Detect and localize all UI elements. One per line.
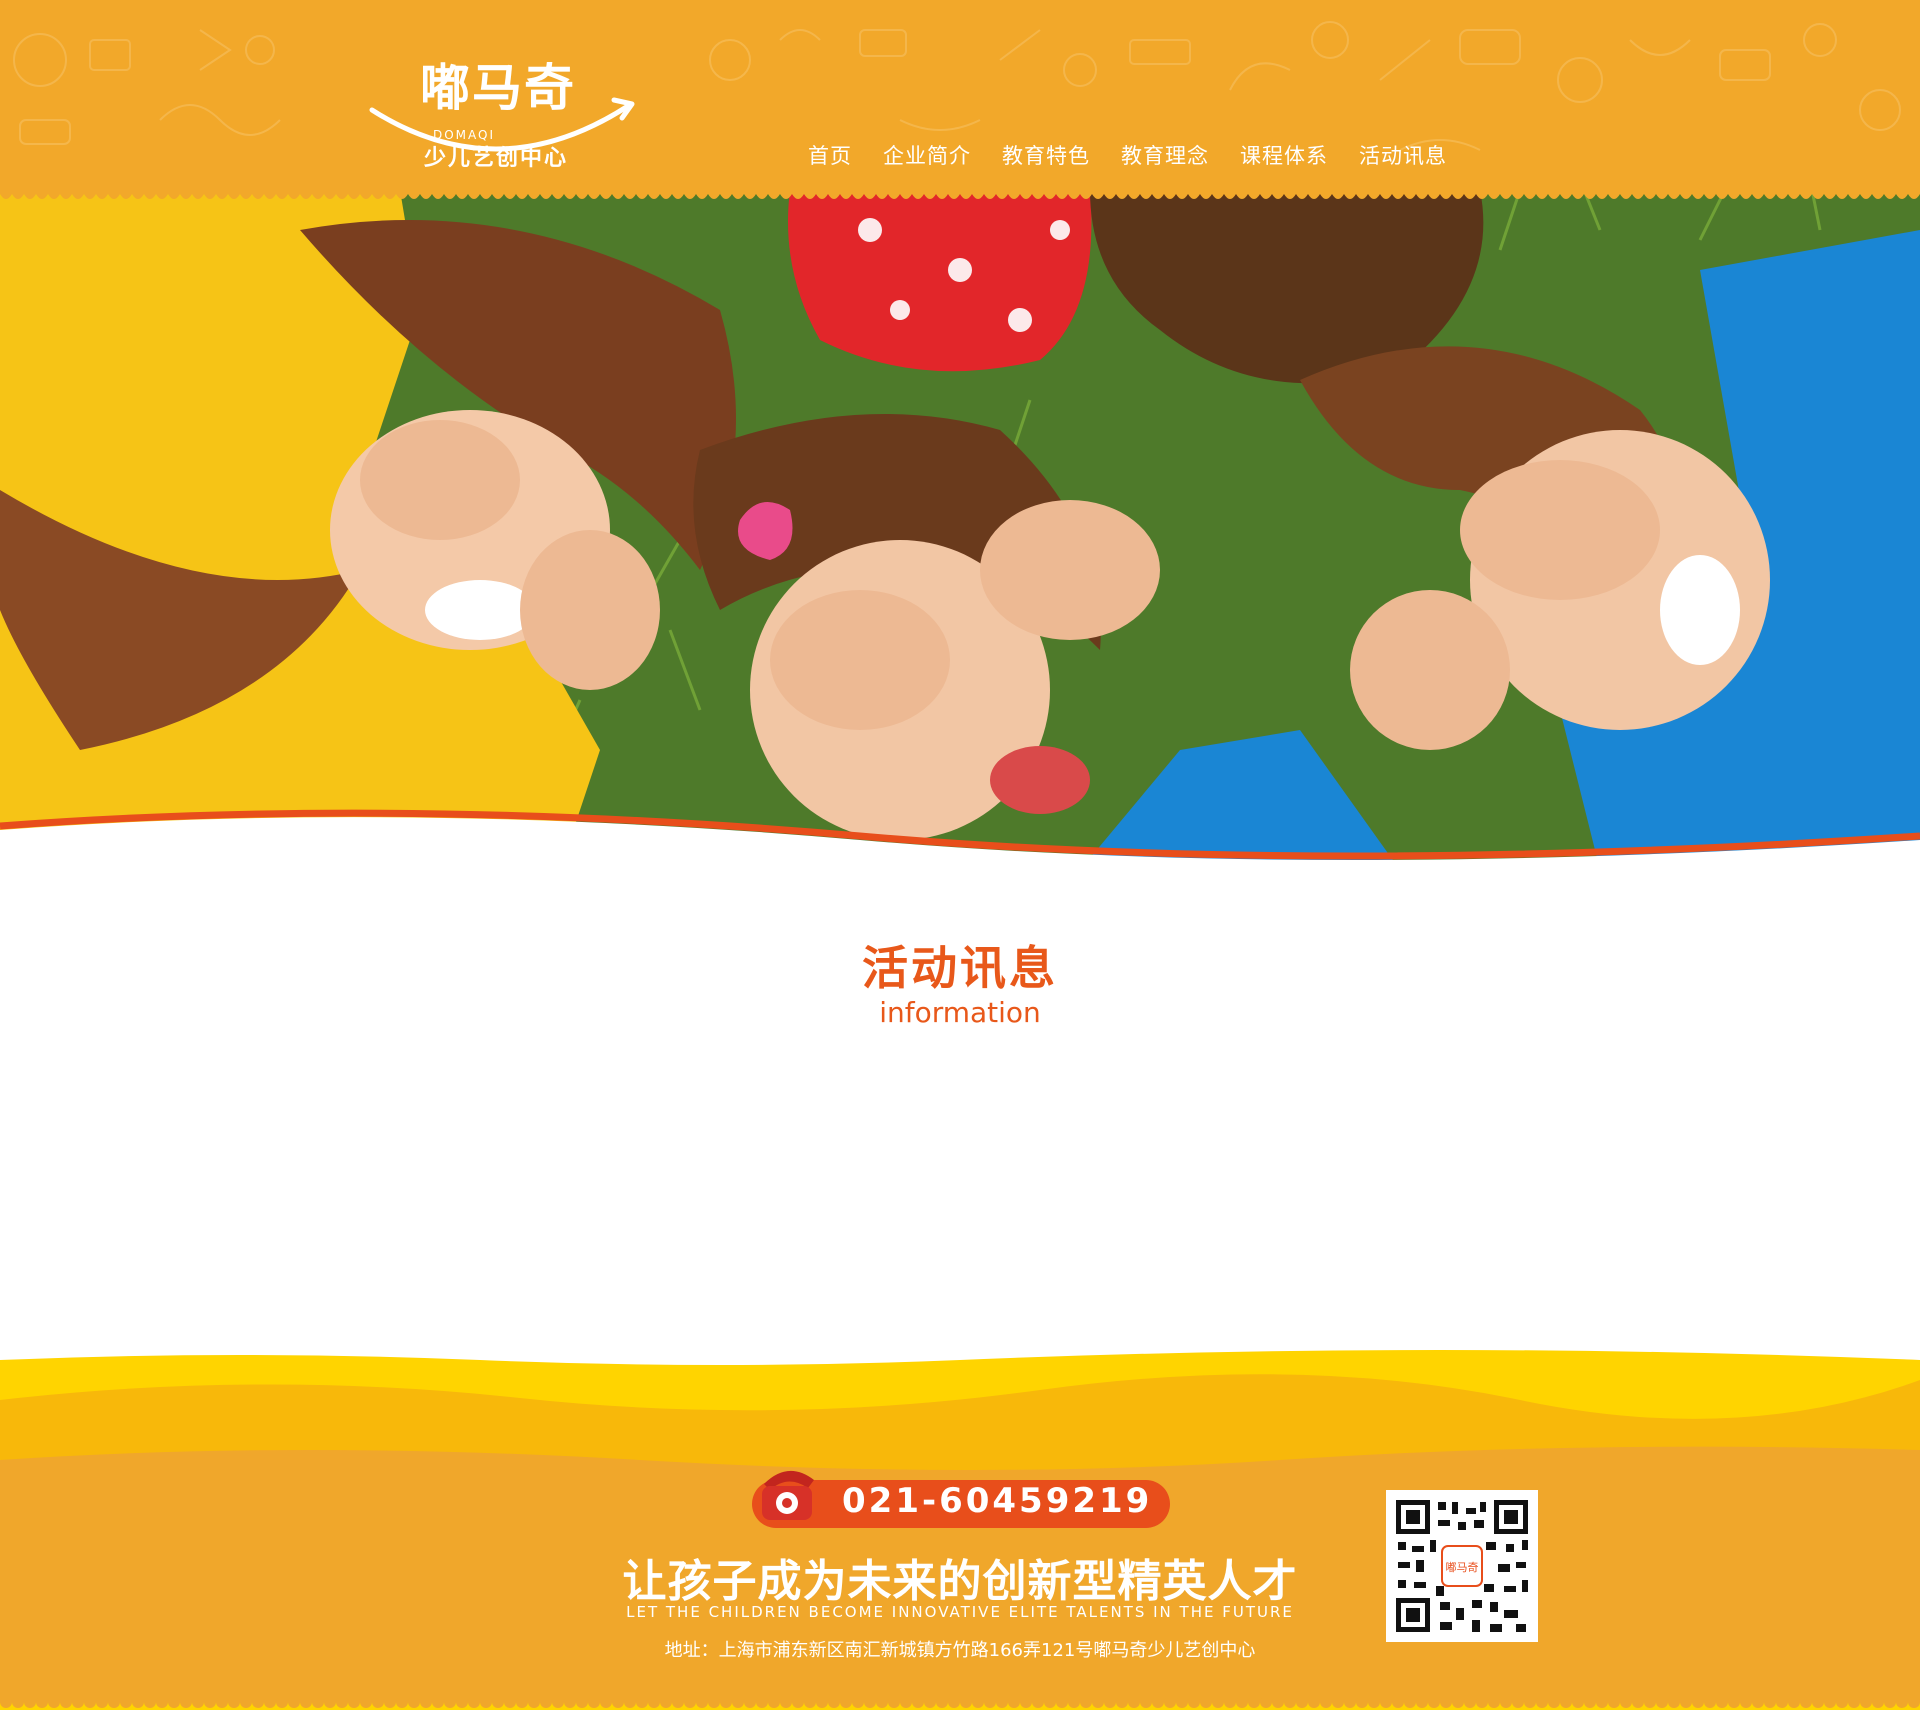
footer-slogan-en: LET THE CHILDREN BECOME INNOVATIVE ELITE… [626, 1603, 1294, 1621]
brand-logo[interactable]: 嘟马奇 DOMAQI 少儿艺创中心 [368, 42, 638, 172]
nav-item-home[interactable]: 首页 [808, 140, 852, 170]
header-scallop-edge [0, 188, 1920, 199]
qr-center-label: 嘟马奇 [1446, 1561, 1479, 1574]
footer-address: 地址：上海市浦东新区南汇新城镇方竹路166弄121号嘟马奇少儿艺创中心 [664, 1640, 1256, 1661]
nav-item-features[interactable]: 教育特色 [1002, 140, 1090, 170]
section-subtitle: information [879, 996, 1041, 1029]
doodle-pattern [13, 21, 1901, 151]
nav-item-about[interactable]: 企业简介 [883, 140, 971, 170]
qr-code-icon: 嘟马奇 [1386, 1490, 1538, 1642]
nav-item-courses[interactable]: 课程体系 [1240, 140, 1328, 170]
hero-kids-image [0, 190, 1920, 870]
brand-name: 嘟马奇 [420, 59, 576, 117]
phone-number[interactable]: 021-60459219 [842, 1481, 1152, 1521]
nav-item-news[interactable]: 活动讯息 [1359, 140, 1447, 170]
section-title: 活动讯息 [862, 941, 1058, 995]
telephone-icon [762, 1470, 814, 1520]
brand-tagline: 少儿艺创中心 [424, 146, 569, 171]
footer-slogan: 让孩子成为未来的创新型精英人才 [622, 1556, 1298, 1607]
nav-item-philosophy[interactable]: 教育理念 [1121, 140, 1209, 170]
site-header: 嘟马奇 DOMAQI 少儿艺创中心 首页 企业简介 教育特色 教育理念 课程体系… [0, 0, 1920, 200]
footer-scallop-edge [0, 1698, 1920, 1710]
hero-banner [0, 190, 1920, 870]
main-nav: 首页 企业简介 教育特色 教育理念 课程体系 活动讯息 [808, 140, 1478, 170]
